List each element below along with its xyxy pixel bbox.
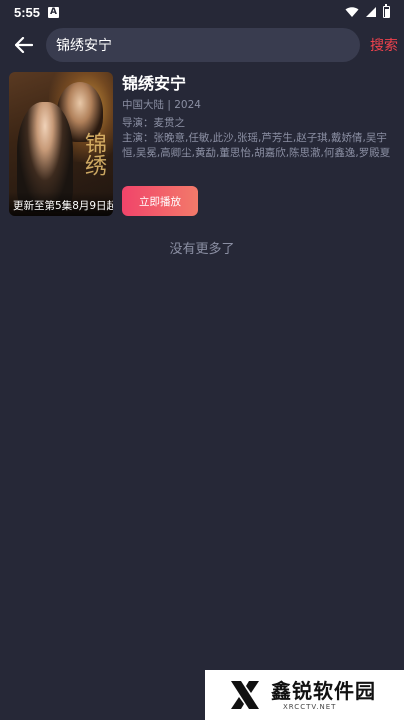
poster-date-text: 8月9日起 <box>72 200 113 212</box>
list-end-text: 没有更多了 <box>169 242 235 257</box>
result-cast: 主演：张晚意,任敏,此沙,张瑶,芦芳生,赵子琪,戴娇倩,吴宇恒,吴冕,高卿尘,黄… <box>122 132 391 159</box>
result-title[interactable]: 锦绣安宁 <box>122 74 399 94</box>
search-field[interactable] <box>46 28 360 62</box>
search-header: 搜索 <box>0 28 404 62</box>
poster-title-art: 锦绣 <box>81 132 106 176</box>
search-button[interactable]: 搜索 <box>370 35 398 55</box>
result-region-year: 中国大陆 | 2024 <box>122 99 201 111</box>
watermark-brand: 鑫锐软件园 <box>271 679 376 703</box>
status-bar: 5:55 A <box>0 0 404 24</box>
poster-episode-caption: 更新至第5集8月9日起 <box>9 192 113 216</box>
watermark-url: XRCCTV.NET <box>283 703 337 711</box>
wifi-icon <box>345 7 359 17</box>
play-now-button[interactable]: 立即播放 <box>122 186 198 216</box>
poster-image[interactable]: 锦绣 更新至第5集8月9日起 <box>9 72 113 216</box>
status-time: 5:55 <box>14 4 41 20</box>
result-director: 导演：麦贯之 <box>122 117 185 129</box>
status-icons <box>345 4 390 18</box>
result-info: 锦绣安宁 中国大陆 | 2024 导演：麦贯之 主演：张晚意,任敏,此沙,张瑶,… <box>122 72 399 218</box>
result-item[interactable]: 锦绣 更新至第5集8月9日起 锦绣安宁 中国大陆 | 2024 导演：麦贯之 主… <box>9 72 399 218</box>
search-input[interactable] <box>56 37 360 53</box>
watermark-logo: 鑫锐软件园 XRCCTV.NET <box>205 670 404 720</box>
watermark-text: 鑫锐软件园 XRCCTV.NET <box>271 679 376 711</box>
arrow-left-icon <box>15 37 33 53</box>
notification-a-icon: A <box>48 6 60 18</box>
battery-icon <box>383 4 390 18</box>
x-logo-icon <box>231 681 259 709</box>
signal-icon <box>366 7 376 17</box>
poster-episode-text: 更新至第5集 <box>13 200 73 212</box>
back-button[interactable] <box>2 28 46 62</box>
